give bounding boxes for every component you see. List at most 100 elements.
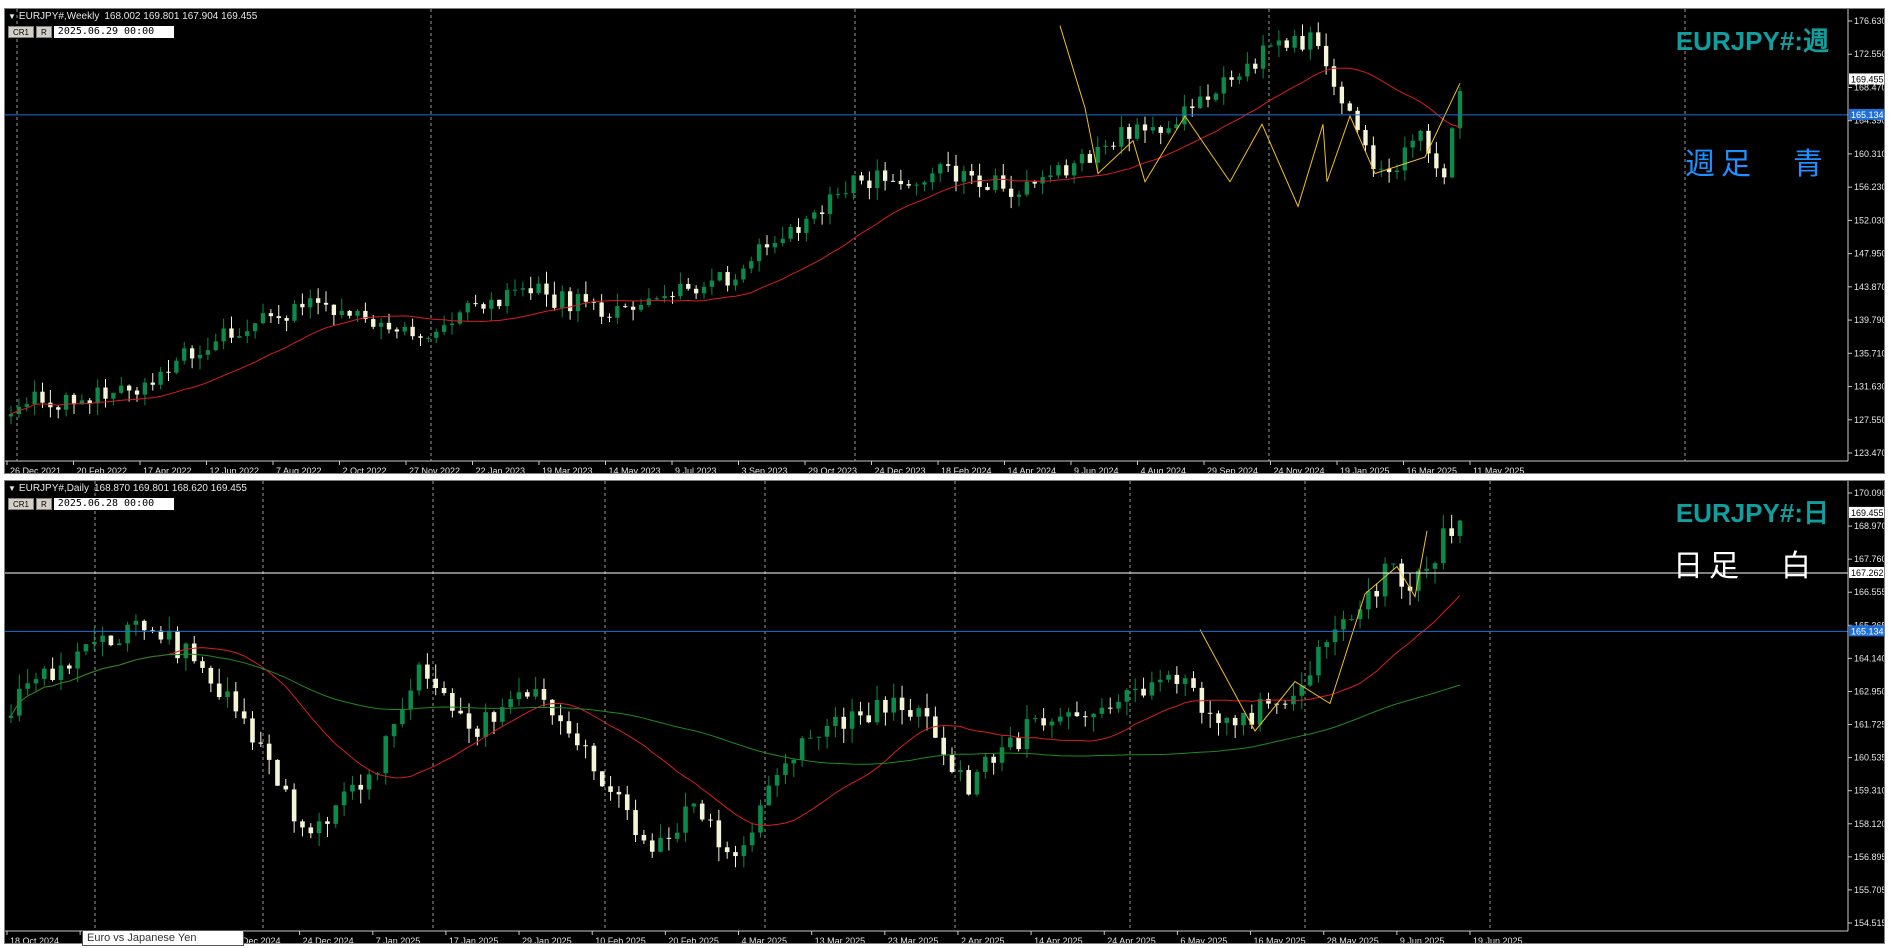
candle-body — [225, 691, 230, 698]
candle-body — [891, 697, 897, 713]
candle-body — [1174, 674, 1180, 684]
time-axis-label: 6 May 2025 — [1180, 936, 1227, 944]
time-axis-label: 28 May 2025 — [1327, 936, 1379, 944]
candle-body — [1341, 619, 1346, 630]
candle-body — [699, 803, 705, 820]
candle-body — [103, 387, 108, 399]
candle-body — [366, 774, 372, 790]
candle-body — [1124, 690, 1130, 702]
candle-body — [465, 303, 470, 313]
candle-body — [958, 770, 963, 772]
candle-body — [408, 690, 414, 710]
daily-chart-canvas[interactable]: 170.090168.970167.760166.555165.365164.1… — [5, 481, 1885, 944]
time-axis-label: 24 Nov 2024 — [1274, 466, 1325, 474]
candle-body — [520, 288, 526, 290]
candle-body — [1134, 124, 1140, 139]
candle-body — [1402, 147, 1408, 171]
candle-body — [221, 328, 226, 342]
candle-body — [58, 665, 64, 680]
candle-body — [766, 785, 772, 806]
candle-body — [749, 261, 754, 269]
collapse-triangle-icon[interactable]: ▼ — [8, 12, 16, 21]
candle-body — [615, 306, 620, 318]
candle-body — [914, 184, 919, 186]
candle-body — [418, 336, 423, 338]
weekly-chart-pane[interactable]: 176.630 172.550 168.470 164.390 160.310 156.2… — [4, 8, 1885, 474]
candle-body — [544, 283, 549, 295]
candle-body — [583, 294, 589, 302]
candle-body — [50, 668, 55, 680]
daily-cr-button[interactable]: CR1 — [8, 498, 35, 510]
price-scale-label: 135.710 — [1854, 348, 1885, 358]
daily-symbol-label: EURJPY#:日 — [1675, 498, 1829, 528]
candle-body — [691, 803, 697, 807]
candle-body — [1316, 32, 1321, 46]
candle-body — [938, 164, 943, 174]
candle-body — [200, 661, 205, 668]
daily-chart-pane[interactable]: 170.090 168.970 167.760 166.555 165.365 164.1… — [4, 480, 1885, 944]
weekly-cr-button[interactable]: CR1 — [8, 26, 35, 38]
time-axis-label: 19 Mar 2023 — [542, 466, 593, 474]
candle-body — [1374, 591, 1380, 597]
candle-body — [116, 643, 122, 646]
candle-body — [654, 298, 659, 300]
candle-body — [916, 708, 921, 717]
candle-body — [819, 212, 825, 215]
candle-body — [1064, 165, 1069, 176]
price-scale-label: 166.555 — [1854, 587, 1885, 597]
weekly-ohlc: 168.002 169.801 167.904 169.455 — [104, 11, 258, 22]
candle-body — [1024, 181, 1030, 195]
candle-body — [974, 771, 980, 795]
candle-body — [434, 331, 439, 338]
daily-r-button[interactable]: R — [36, 498, 52, 510]
candle-body — [1157, 679, 1163, 683]
candle-body — [191, 643, 197, 662]
candle-body — [95, 387, 100, 404]
candle-body — [558, 715, 563, 722]
candle-body — [189, 348, 195, 359]
candle-body — [1457, 520, 1463, 536]
candle-body — [1040, 177, 1045, 184]
candle-body — [1441, 528, 1446, 564]
candle-body — [646, 298, 652, 305]
time-axis-label: 27 Nov 2022 — [409, 466, 460, 474]
time-axis-label: 18 Oct 2024 — [10, 936, 59, 944]
candle-body — [111, 392, 116, 399]
candle-body — [1366, 591, 1371, 610]
candle-body — [799, 738, 805, 760]
candle-body — [323, 302, 329, 305]
price-scale-label: 156.230 — [1854, 182, 1885, 192]
candle-body — [1079, 153, 1085, 164]
candle-body — [1103, 145, 1108, 147]
candle-body — [402, 326, 407, 332]
time-axis-label: 24 Dec 2023 — [875, 466, 926, 474]
time-axis-label: 10 Feb 2025 — [595, 936, 646, 944]
candle-body — [1268, 45, 1274, 47]
time-axis-label: 2 Apr 2025 — [961, 936, 1005, 944]
daily-date-field[interactable]: 2025.06.28 00:00 — [53, 498, 174, 510]
candle-body — [1016, 194, 1022, 197]
price-scale-label: 168.970 — [1854, 521, 1885, 531]
candle-body — [383, 736, 389, 774]
candle-body — [849, 711, 855, 729]
price-scale-label: 158.120 — [1854, 819, 1885, 829]
candle-body — [174, 360, 179, 373]
candle-body — [229, 328, 234, 338]
candle-body — [791, 759, 797, 764]
candle-body — [924, 708, 930, 717]
candle-body — [574, 733, 580, 746]
collapse-triangle-icon[interactable]: ▼ — [8, 484, 16, 493]
candle-body — [908, 710, 913, 717]
candle-body — [658, 837, 663, 852]
weekly-symbol: EURJPY#,Weekly — [18, 11, 100, 22]
time-axis-label: 14 Apr 2025 — [1034, 936, 1083, 944]
weekly-chart-canvas[interactable]: 176.630172.550168.470164.390160.310156.2… — [5, 9, 1885, 474]
candle-body — [583, 745, 588, 747]
candle-body — [260, 313, 266, 324]
candle-body — [533, 689, 538, 697]
candle-body — [1158, 127, 1163, 133]
weekly-r-button[interactable]: R — [36, 26, 52, 38]
weekly-chart-header: ▼ EURJPY#,Weekly 168.002 169.801 167.904 1… — [8, 11, 257, 22]
weekly-date-field[interactable]: 2025.06.29 00:00 — [53, 26, 174, 38]
candle-body — [400, 709, 405, 725]
